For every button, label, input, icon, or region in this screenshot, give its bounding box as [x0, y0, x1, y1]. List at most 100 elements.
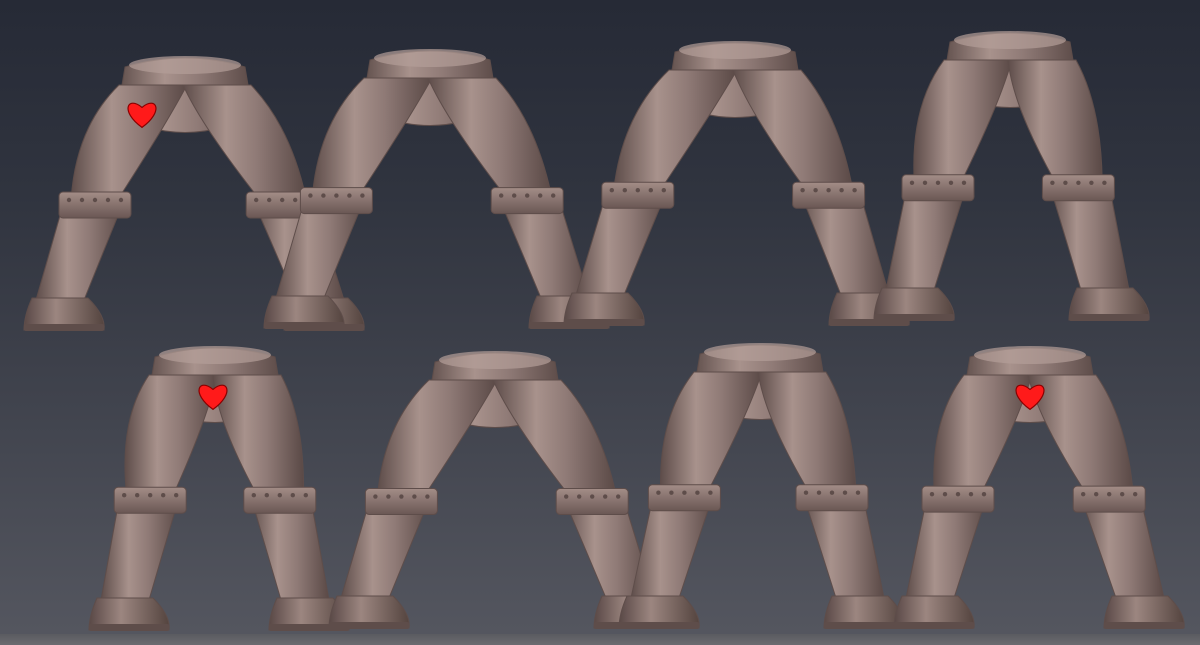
rivet [948, 180, 954, 185]
rivet [935, 180, 941, 185]
rivet [280, 197, 285, 203]
rivet [525, 193, 530, 198]
leg-pair-2 [263, 49, 610, 329]
rivet [622, 188, 627, 193]
rivet [1063, 180, 1068, 185]
rivet [66, 197, 72, 203]
rivet [955, 491, 961, 497]
rivet [839, 188, 844, 193]
thigh [1007, 59, 1103, 182]
rivet [968, 491, 974, 497]
rivet [669, 490, 674, 495]
rivet [635, 188, 640, 193]
waist-cut [974, 346, 1086, 364]
leg-pair-6 [328, 351, 675, 629]
boot-sole [1069, 314, 1149, 321]
knee-strap [647, 484, 721, 512]
rivet [922, 180, 928, 185]
rivet [1133, 491, 1138, 497]
rivet [929, 491, 935, 497]
rivet [174, 493, 179, 498]
boot-sole [874, 314, 954, 321]
rivet [616, 494, 621, 499]
rivet [538, 193, 543, 198]
waist-cut [954, 31, 1066, 49]
rivet [118, 197, 124, 203]
knee-strap [555, 488, 629, 516]
rivet [695, 490, 700, 495]
rivet [855, 490, 861, 495]
rivet [267, 197, 272, 203]
rivet [425, 494, 430, 499]
knee-strap [795, 484, 869, 512]
knee-strap [901, 174, 975, 202]
rivet [360, 193, 365, 198]
knee-strap [921, 485, 995, 513]
rivet [981, 491, 987, 497]
leg-pair-8 [893, 346, 1185, 629]
thigh [427, 77, 552, 195]
rivet [682, 490, 687, 495]
knee-strap [243, 486, 317, 514]
rivet [813, 188, 818, 193]
rivet [1102, 180, 1107, 185]
rivet [290, 493, 295, 498]
rivet [648, 188, 653, 193]
rivet [661, 188, 666, 193]
rivet [254, 197, 259, 203]
rivet [656, 490, 661, 495]
rivet [829, 490, 835, 495]
rivet [1107, 491, 1112, 497]
rivet [1050, 180, 1055, 185]
rivet [1094, 491, 1099, 497]
rivet [293, 197, 298, 203]
leg-pair-5 [88, 346, 350, 631]
rivet [1089, 180, 1094, 185]
rivet [373, 494, 378, 499]
rivet [603, 494, 608, 499]
waist-cut [374, 49, 486, 67]
leg-pair-3 [563, 41, 910, 326]
knee-strap [113, 486, 187, 514]
rivet [386, 494, 391, 499]
thigh [492, 379, 617, 496]
rivet [499, 193, 504, 198]
boot-sole [619, 622, 699, 629]
rivet [347, 193, 352, 198]
thigh [913, 59, 1013, 182]
boot-sole [24, 324, 104, 331]
boot-sole [329, 622, 409, 629]
waist-cut [679, 41, 791, 59]
rivet [590, 494, 595, 499]
knee-strap [601, 181, 675, 209]
knee-strap [490, 187, 564, 215]
knee-strap [1072, 485, 1146, 513]
boot-sole [894, 622, 974, 629]
rivet [148, 493, 153, 498]
knee-strap [792, 181, 866, 209]
rivet [577, 494, 582, 499]
rivet [842, 490, 848, 495]
rivet [852, 188, 857, 193]
rivet [826, 188, 831, 193]
rivet [803, 490, 809, 495]
thigh [757, 371, 857, 492]
knee-strap [58, 191, 132, 219]
rivet [135, 493, 140, 498]
rivet [251, 493, 256, 498]
rivet [564, 494, 569, 499]
rivet [1081, 491, 1086, 497]
rivet [321, 193, 326, 198]
rivet [79, 197, 85, 203]
viewport-floor-strip [0, 634, 1200, 645]
boot-sole [564, 319, 644, 326]
rivet [1076, 180, 1081, 185]
boot-sole [89, 624, 169, 631]
rivet [303, 493, 308, 498]
rivet [122, 493, 127, 498]
thigh [732, 69, 854, 189]
rivet [334, 193, 339, 198]
thigh [613, 69, 738, 189]
leg-pair-7 [618, 343, 905, 629]
rivet [816, 490, 822, 495]
